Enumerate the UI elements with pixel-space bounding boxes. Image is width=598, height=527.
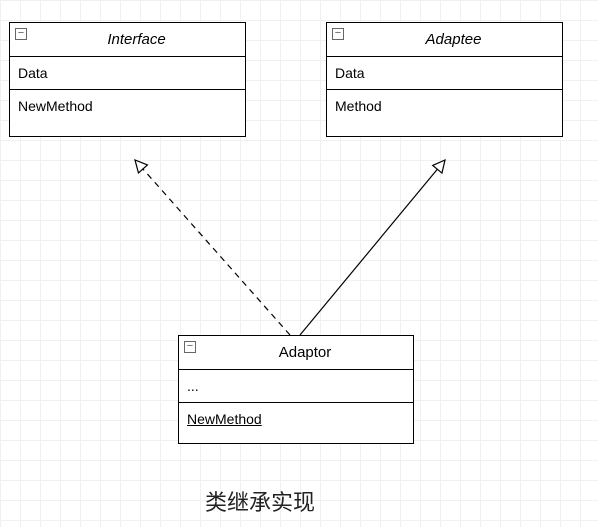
methods-section: NewMethod [179,402,413,443]
attribute-label: Data [18,65,48,81]
uml-class-adaptee: − Adaptee Data Method [326,22,563,137]
class-name-label: Adaptee [426,31,482,48]
attribute-label: Data [335,65,365,81]
attributes-section: ... [179,370,413,402]
class-title: − Interface [10,23,245,57]
attributes-section: Data [327,57,562,89]
collapse-icon[interactable]: − [15,28,27,40]
diagram-caption: 类继承实现 [205,485,315,517]
uml-class-interface: − Interface Data NewMethod [9,22,246,137]
class-name-label: Adaptor [279,344,332,361]
method-label: NewMethod [18,98,93,114]
uml-class-adaptor: − Adaptor ... NewMethod [178,335,414,444]
collapse-icon[interactable]: − [332,28,344,40]
class-name-label: Interface [107,31,165,48]
class-title: − Adaptor [179,336,413,370]
class-title: − Adaptee [327,23,562,57]
method-label: Method [335,98,382,114]
collapse-icon[interactable]: − [184,341,196,353]
attribute-label: ... [187,378,199,394]
method-label: NewMethod [187,411,262,427]
methods-section: Method [327,89,562,136]
attributes-section: Data [10,57,245,89]
methods-section: NewMethod [10,89,245,136]
